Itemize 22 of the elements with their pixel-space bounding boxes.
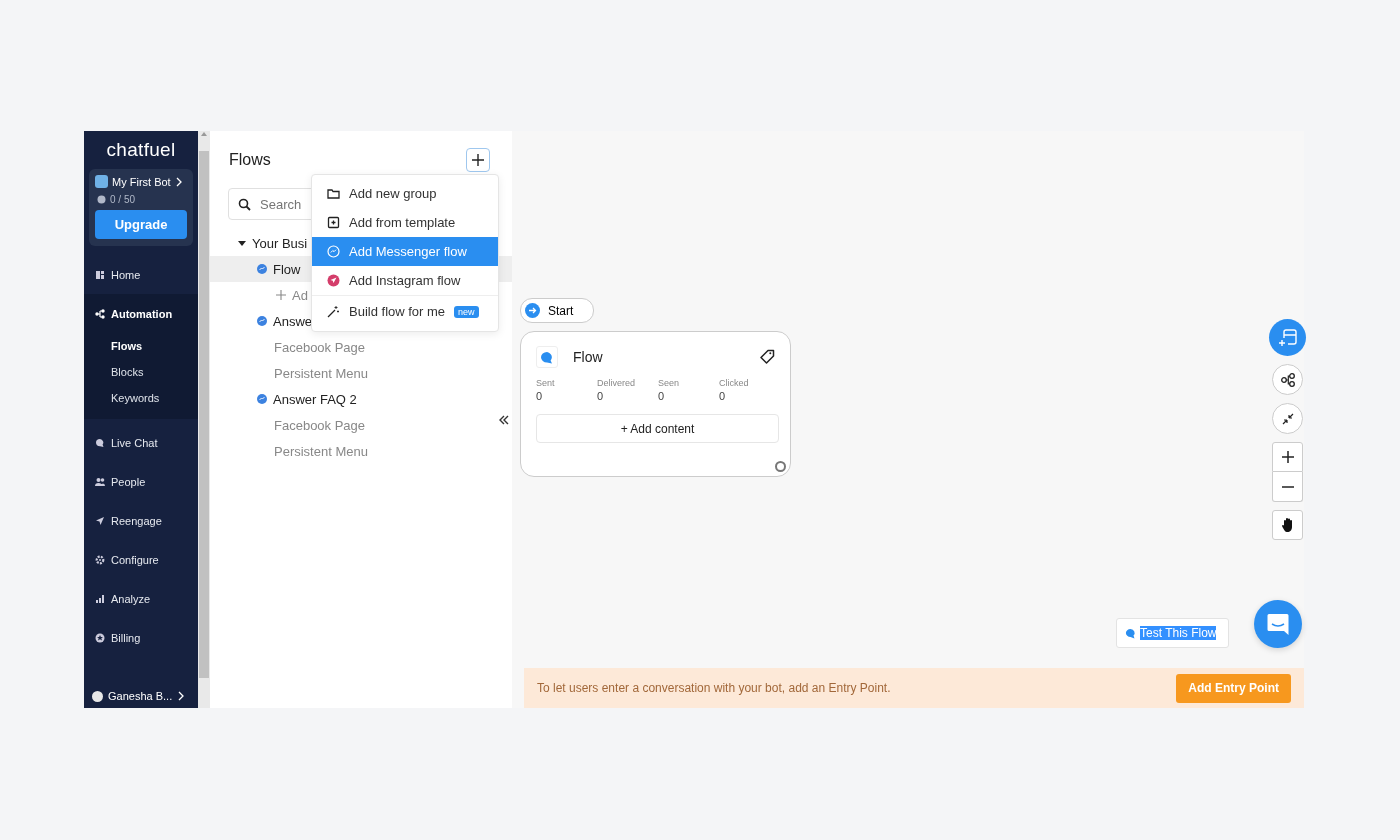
logo: chatfuel [105,138,177,162]
stat-value: 0 [658,390,666,402]
message-usage: 0 / 50 [110,194,136,205]
stat-value: 0 [719,390,727,402]
nav-label: Home [111,268,141,281]
nav-label: Live Chat [111,436,158,449]
nav-label: Automation [111,307,173,320]
panel-title: Flows [229,151,271,169]
stat-label: Seen [658,378,681,388]
nav-label: Analyze [111,592,151,605]
nav-label: People [111,475,146,488]
nav-label: Reengage [111,514,162,527]
nav-label: Configure [111,553,159,566]
stat-value: 0 [597,390,605,402]
stat-value: 0 [536,390,544,402]
card-title: Flow [573,349,604,365]
stat-label: Delivered [597,378,637,388]
stat-label: Sent [536,378,556,388]
notice-text: To let users enter a conversation with your bot, add an Entry Point. [537,681,891,695]
new-badge: new [454,305,479,318]
stat-label: Clicked [719,378,750,388]
nav-label: Billing [111,631,141,644]
